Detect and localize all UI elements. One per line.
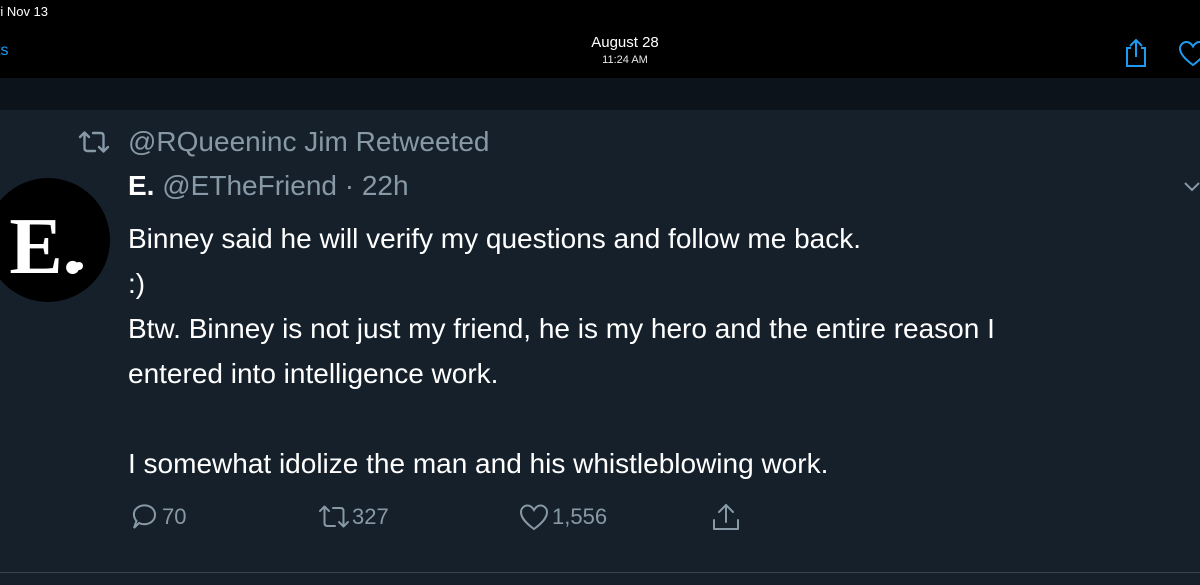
tweet-line: entered into intelligence work. (128, 358, 499, 389)
avatar-letter: E. (9, 203, 82, 291)
tweet-actions: 70 327 1,556 (128, 502, 828, 542)
like-count: 1,556 (552, 504, 608, 529)
retweet-icon (319, 505, 349, 528)
share-icon[interactable] (1122, 38, 1150, 68)
avatar-dot (75, 262, 83, 270)
tweet-header: E. @ETheFriend · 22h (128, 170, 409, 202)
heart-icon[interactable] (1178, 40, 1200, 68)
handle-and-time[interactable]: @ETheFriend · 22h (162, 170, 408, 201)
avatar[interactable]: E. (0, 178, 110, 302)
share-icon (713, 504, 739, 530)
retweet-context: @RQueeninc Jim Retweeted (78, 124, 489, 160)
nav-title: August 28 (591, 34, 659, 51)
tweet-line: Binney said he will verify my questions … (128, 223, 862, 254)
reply-icon (132, 504, 156, 529)
retweet-count: 327 (352, 504, 389, 529)
reply-button[interactable]: 70 (128, 502, 186, 532)
nav-subtitle: 11:24 AM (602, 54, 648, 66)
reply-count: 70 (162, 504, 187, 529)
share-button[interactable] (710, 502, 742, 532)
retweet-icon (78, 131, 110, 153)
chevron-down-icon[interactable] (1182, 180, 1200, 194)
nav-bar: ts August 28 11:24 AM (0, 28, 1200, 78)
tweet-line: :) (128, 268, 146, 299)
tweet[interactable]: @RQueeninc Jim Retweeted E. E. @ETheFrie… (0, 110, 1200, 585)
retweet-label: @RQueeninc Jim Retweeted (128, 126, 490, 157)
tweet-text: Binney said he will verify my questions … (128, 216, 1188, 486)
retweet-button[interactable]: 327 (318, 502, 389, 532)
like-button[interactable]: 1,556 (518, 502, 607, 532)
tweet-divider (0, 572, 1200, 573)
tweet-line: Btw. Binney is not just my friend, he is… (128, 313, 995, 344)
status-bar: ri Nov 13 (0, 0, 1200, 28)
status-time: ri Nov 13 (0, 4, 49, 19)
display-name[interactable]: E. (128, 170, 154, 201)
heart-icon (519, 504, 549, 531)
nav-separator (0, 78, 1200, 110)
tweet-line: I somewhat idolize the man and his whist… (128, 448, 829, 479)
